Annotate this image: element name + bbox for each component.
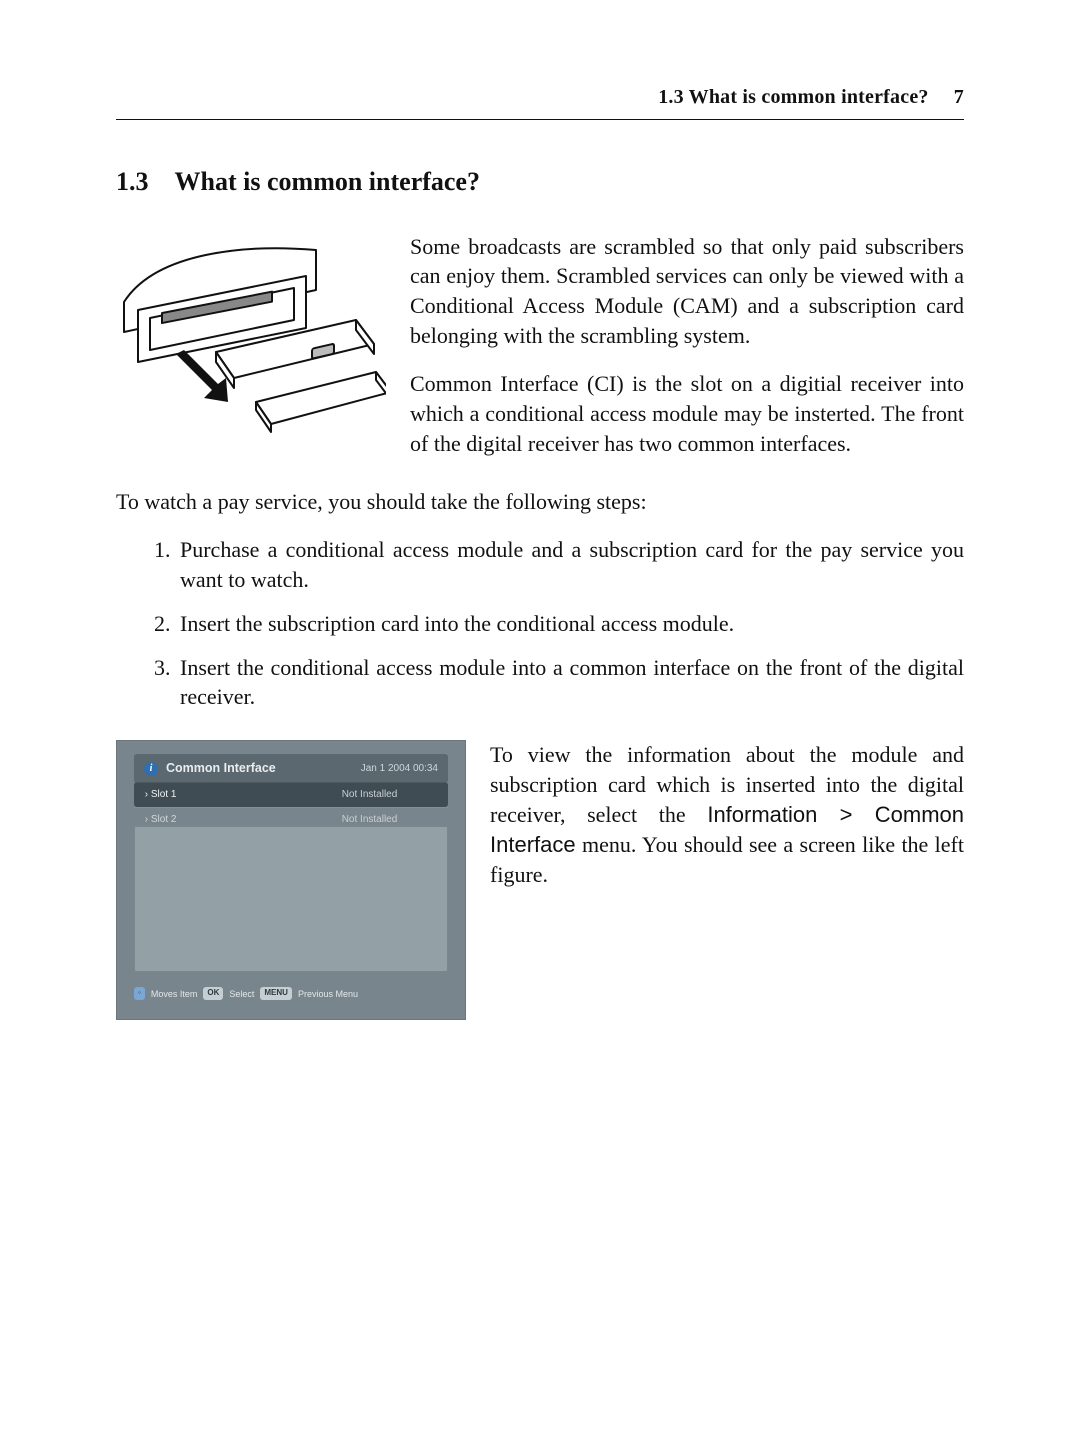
running-head: 1.3 What is common interface? 7 [116, 84, 964, 120]
ok-label: Select [229, 988, 254, 1000]
lower-block: i Common Interface Jan 1 2004 00:34 › Sl… [116, 740, 964, 1020]
cam-line-art [116, 232, 386, 462]
page-number: 7 [934, 86, 964, 108]
intro-block: Some broadcasts are scrambled so that on… [116, 232, 964, 477]
osd-body [134, 826, 448, 972]
osd-title: Common Interface [166, 760, 353, 777]
section-number: 1.3 [116, 167, 169, 196]
section-title-text: What is common interface? [175, 167, 480, 196]
page: 1.3 What is common interface? 7 1.3 What… [0, 0, 1080, 1439]
step-item: Insert the subscription card into the co… [176, 609, 964, 639]
step-item: Purchase a conditional access module and… [176, 535, 964, 595]
menu-path-a: Information [707, 802, 817, 827]
ok-chip-icon: OK [203, 987, 223, 1000]
info-icon: i [144, 762, 158, 776]
nav-label: Moves Item [151, 988, 198, 1000]
cam-illustration [116, 232, 386, 462]
osd-timestamp: Jan 1 2004 00:34 [361, 762, 438, 776]
osd-footer: ◦ Moves Item OK Select MENU Previous Men… [134, 987, 448, 1000]
osd-rows: › Slot 1 Not Installed › Slot 2 Not Inst… [134, 782, 448, 831]
nav-chip-icon: ◦ [134, 987, 145, 1000]
menu-path-sep: > [817, 802, 874, 827]
menu-chip-icon: MENU [260, 987, 292, 1000]
menu-label: Previous Menu [298, 988, 358, 1000]
osd-screenshot: i Common Interface Jan 1 2004 00:34 › Sl… [116, 740, 466, 1020]
slot-label: › Slot 1 [134, 783, 291, 807]
running-head-label: 1.3 What is common interface? [658, 86, 928, 108]
steps-list: Purchase a conditional access module and… [116, 535, 964, 713]
slot-status: Not Installed [291, 783, 448, 807]
steps-lead: To watch a pay service, you should take … [116, 487, 964, 517]
content-area: 1.3 What is common interface? 7 1.3 What… [0, 0, 1080, 1020]
osd-titlebar: i Common Interface Jan 1 2004 00:34 [134, 754, 448, 783]
osd-row-slot1[interactable]: › Slot 1 Not Installed [134, 782, 448, 807]
step-item: Insert the conditional access module int… [176, 653, 964, 713]
section-heading: 1.3 What is common interface? [116, 164, 964, 199]
